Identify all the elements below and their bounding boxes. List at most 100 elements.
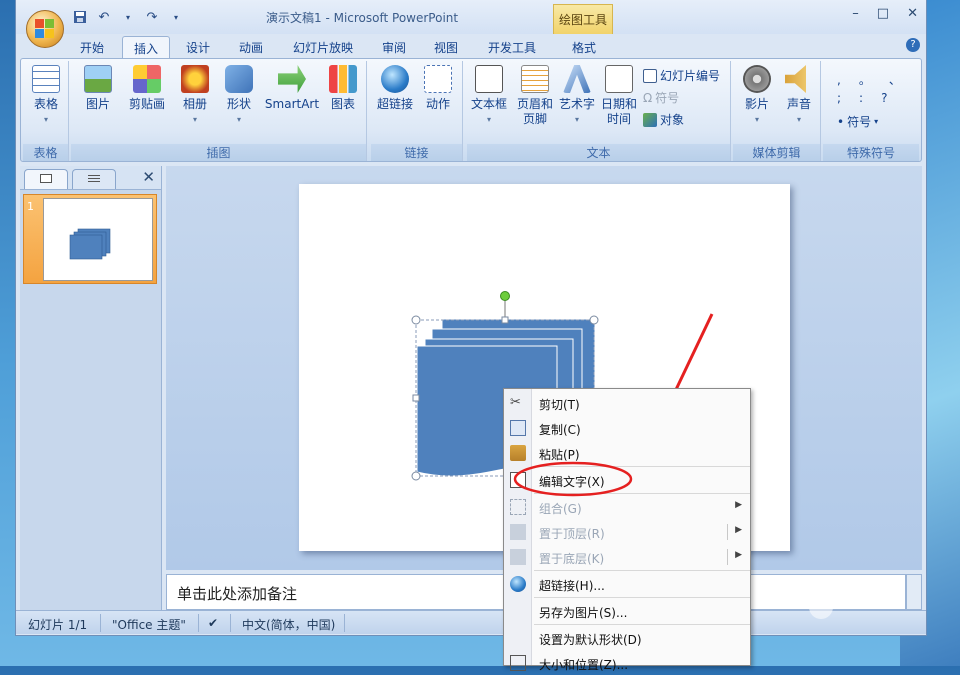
undo-dropdown-icon[interactable]: ▾ (119, 8, 137, 26)
office-button[interactable] (26, 10, 64, 48)
help-icon[interactable]: ? (906, 38, 920, 52)
symbol-row-1: , 。 、 (837, 71, 901, 88)
action-button[interactable]: 动作 (419, 65, 457, 112)
tab-slideshow[interactable]: 幻灯片放映 (286, 36, 360, 58)
quick-access-toolbar: ↶ ▾ ↷ ▾ (71, 8, 185, 26)
bullet-icon: • (837, 114, 845, 129)
tab-animations[interactable]: 动画 (231, 36, 271, 58)
status-theme[interactable]: "Office 主题" (112, 616, 186, 633)
menu-item-send-to-back: 置于底层(K) ▶ (504, 545, 750, 569)
menu-item-size-position[interactable]: 大小和位置(Z)... (504, 651, 750, 675)
status-language[interactable]: 中文(简体，中国) (242, 616, 335, 633)
menu-item-copy[interactable]: 复制(C) (504, 416, 750, 440)
symbol-question[interactable]: ? (881, 91, 887, 105)
send-back-icon (510, 549, 526, 565)
close-button[interactable]: ✕ (907, 6, 918, 21)
slide-number-button[interactable]: 幻灯片编号 (643, 67, 720, 84)
menu-item-paste[interactable]: 粘贴(P) (504, 441, 750, 465)
tab-review[interactable]: 审阅 (374, 36, 414, 58)
copy-icon (510, 420, 526, 436)
chart-button[interactable]: 图表 (325, 65, 361, 112)
panel-close-button[interactable]: ✕ (142, 168, 155, 186)
table-button[interactable]: 表格 ▾ (29, 65, 63, 127)
tab-developer[interactable]: 开发工具 (480, 36, 544, 58)
action-star-icon (424, 65, 452, 93)
hyperlink-button[interactable]: 超链接 (375, 65, 415, 112)
group-label-media: 媒体剪辑 (733, 144, 820, 161)
ribbon-insert: 表格 ▾ 表格 图片 剪贴画 相册 ▾ 形状 ▾ SmartArt 图表 插图 … (20, 58, 922, 162)
menu-item-edit-text[interactable]: 编辑文字(X) (504, 468, 750, 492)
resize-handle-top-right[interactable] (589, 315, 599, 325)
symbol-button-disabled: Ω 符号 (643, 90, 680, 106)
submenu-arrow-icon: ▶ (735, 500, 742, 510)
movie-button[interactable]: 影片 ▾ (737, 65, 777, 127)
wordart-button[interactable]: 艺术字 ▾ (557, 65, 597, 127)
group-special-symbols: , 。 、 ; : ? • 符号 ▾ 特殊符号 (823, 61, 919, 161)
save-icon[interactable] (71, 8, 89, 26)
omega-icon: Ω (643, 90, 653, 105)
shapes-button[interactable]: 形状 ▾ (221, 65, 257, 127)
menu-item-save-as-picture[interactable]: 另存为图片(S)... (504, 599, 750, 623)
redo-icon[interactable]: ↷ (143, 8, 161, 26)
object-button[interactable]: 对象 (643, 111, 684, 128)
group-text: 文本框 ▾ 页眉和 页脚 艺术字 ▾ 日期和 时间 幻灯片编号 Ω 符号 对象 … (467, 61, 731, 161)
picture-button[interactable]: 图片 (81, 65, 115, 112)
slides-tab[interactable] (24, 169, 68, 189)
submenu-arrow-icon: ▶ (735, 525, 742, 535)
scissors-icon: ✂ (510, 395, 521, 410)
customize-qat-icon[interactable]: ▾ (167, 8, 185, 26)
minimize-button[interactable]: – (852, 6, 859, 21)
title-bar: ↶ ▾ ↷ ▾ 演示文稿1 - Microsoft PowerPoint 绘图工… (16, 0, 926, 34)
maximize-button[interactable]: □ (877, 6, 889, 21)
outline-tab-icon (88, 175, 100, 183)
tab-home[interactable]: 开始 (72, 36, 112, 58)
group-label-illustrations: 插图 (71, 144, 366, 161)
rotation-handle[interactable] (500, 291, 510, 301)
sound-button[interactable]: 声音 ▾ (779, 65, 819, 127)
group-label-special: 特殊符号 (823, 144, 919, 161)
menu-item-cut[interactable]: ✂ 剪切(T) (504, 391, 750, 415)
resize-handle-left[interactable] (412, 394, 420, 402)
menu-item-hyperlink[interactable]: 超链接(H)... (504, 572, 750, 596)
resize-handle-bottom-left[interactable] (411, 471, 421, 481)
symbol-period[interactable]: 。 (859, 71, 871, 88)
symbol-semicolon[interactable]: ; (837, 91, 841, 105)
resize-handle-top[interactable] (501, 316, 509, 324)
group-label-text: 文本 (467, 144, 730, 161)
symbol-colon[interactable]: : (859, 91, 863, 105)
powerpoint-window: ↶ ▾ ↷ ▾ 演示文稿1 - Microsoft PowerPoint 绘图工… (15, 0, 927, 636)
drawing-tools-context-label: 绘图工具 (553, 4, 613, 34)
undo-icon[interactable]: ↶ (95, 8, 113, 26)
group-tables: 表格 ▾ 表格 (23, 61, 69, 161)
clipboard-icon (510, 445, 526, 461)
menu-item-set-default-shape[interactable]: 设置为默认形状(D) (504, 626, 750, 650)
clipart-button[interactable]: 剪贴画 (125, 65, 169, 112)
ribbon-tabs: 开始 插入 设计 动画 幻灯片放映 审阅 视图 开发工具 格式 (16, 34, 926, 58)
tab-format[interactable]: 格式 (564, 36, 604, 58)
symbol-enum-comma[interactable]: 、 (889, 71, 901, 88)
window-controls: – □ ✕ (852, 6, 918, 21)
resize-handle-top-left[interactable] (411, 315, 421, 325)
symbol-row-2: ; : ? (837, 91, 887, 105)
header-footer-button[interactable]: 页眉和 页脚 (513, 65, 557, 127)
slide-thumbnail-preview (43, 198, 153, 281)
smartart-button[interactable]: SmartArt (263, 65, 321, 112)
shapes-icon (225, 65, 253, 93)
textbox-button[interactable]: 文本框 ▾ (469, 65, 509, 127)
date-time-button[interactable]: 日期和 时间 (599, 65, 639, 127)
watermark-logo (798, 578, 845, 619)
context-menu: ✂ 剪切(T) 复制(C) 粘贴(P) 编辑文字(X) 组合(G) ▶ 置于顶层… (503, 388, 751, 672)
symbol-comma[interactable]: , (837, 73, 841, 87)
photo-album-button[interactable]: 相册 ▾ (177, 65, 213, 127)
tab-insert[interactable]: 插入 (122, 36, 170, 58)
group-label-links: 链接 (371, 144, 462, 161)
spell-check-icon[interactable]: ✔ (208, 616, 218, 630)
office-logo-icon (35, 19, 55, 39)
outline-tab[interactable] (72, 169, 116, 189)
thumbnail-shape-icon (69, 228, 111, 260)
special-symbol-button[interactable]: • 符号 ▾ (837, 113, 878, 130)
slide-thumbnail-1[interactable]: 1 (23, 194, 157, 284)
tab-design[interactable]: 设计 (178, 36, 218, 58)
group-media: 影片 ▾ 声音 ▾ 媒体剪辑 (733, 61, 821, 161)
tab-view[interactable]: 视图 (426, 36, 466, 58)
